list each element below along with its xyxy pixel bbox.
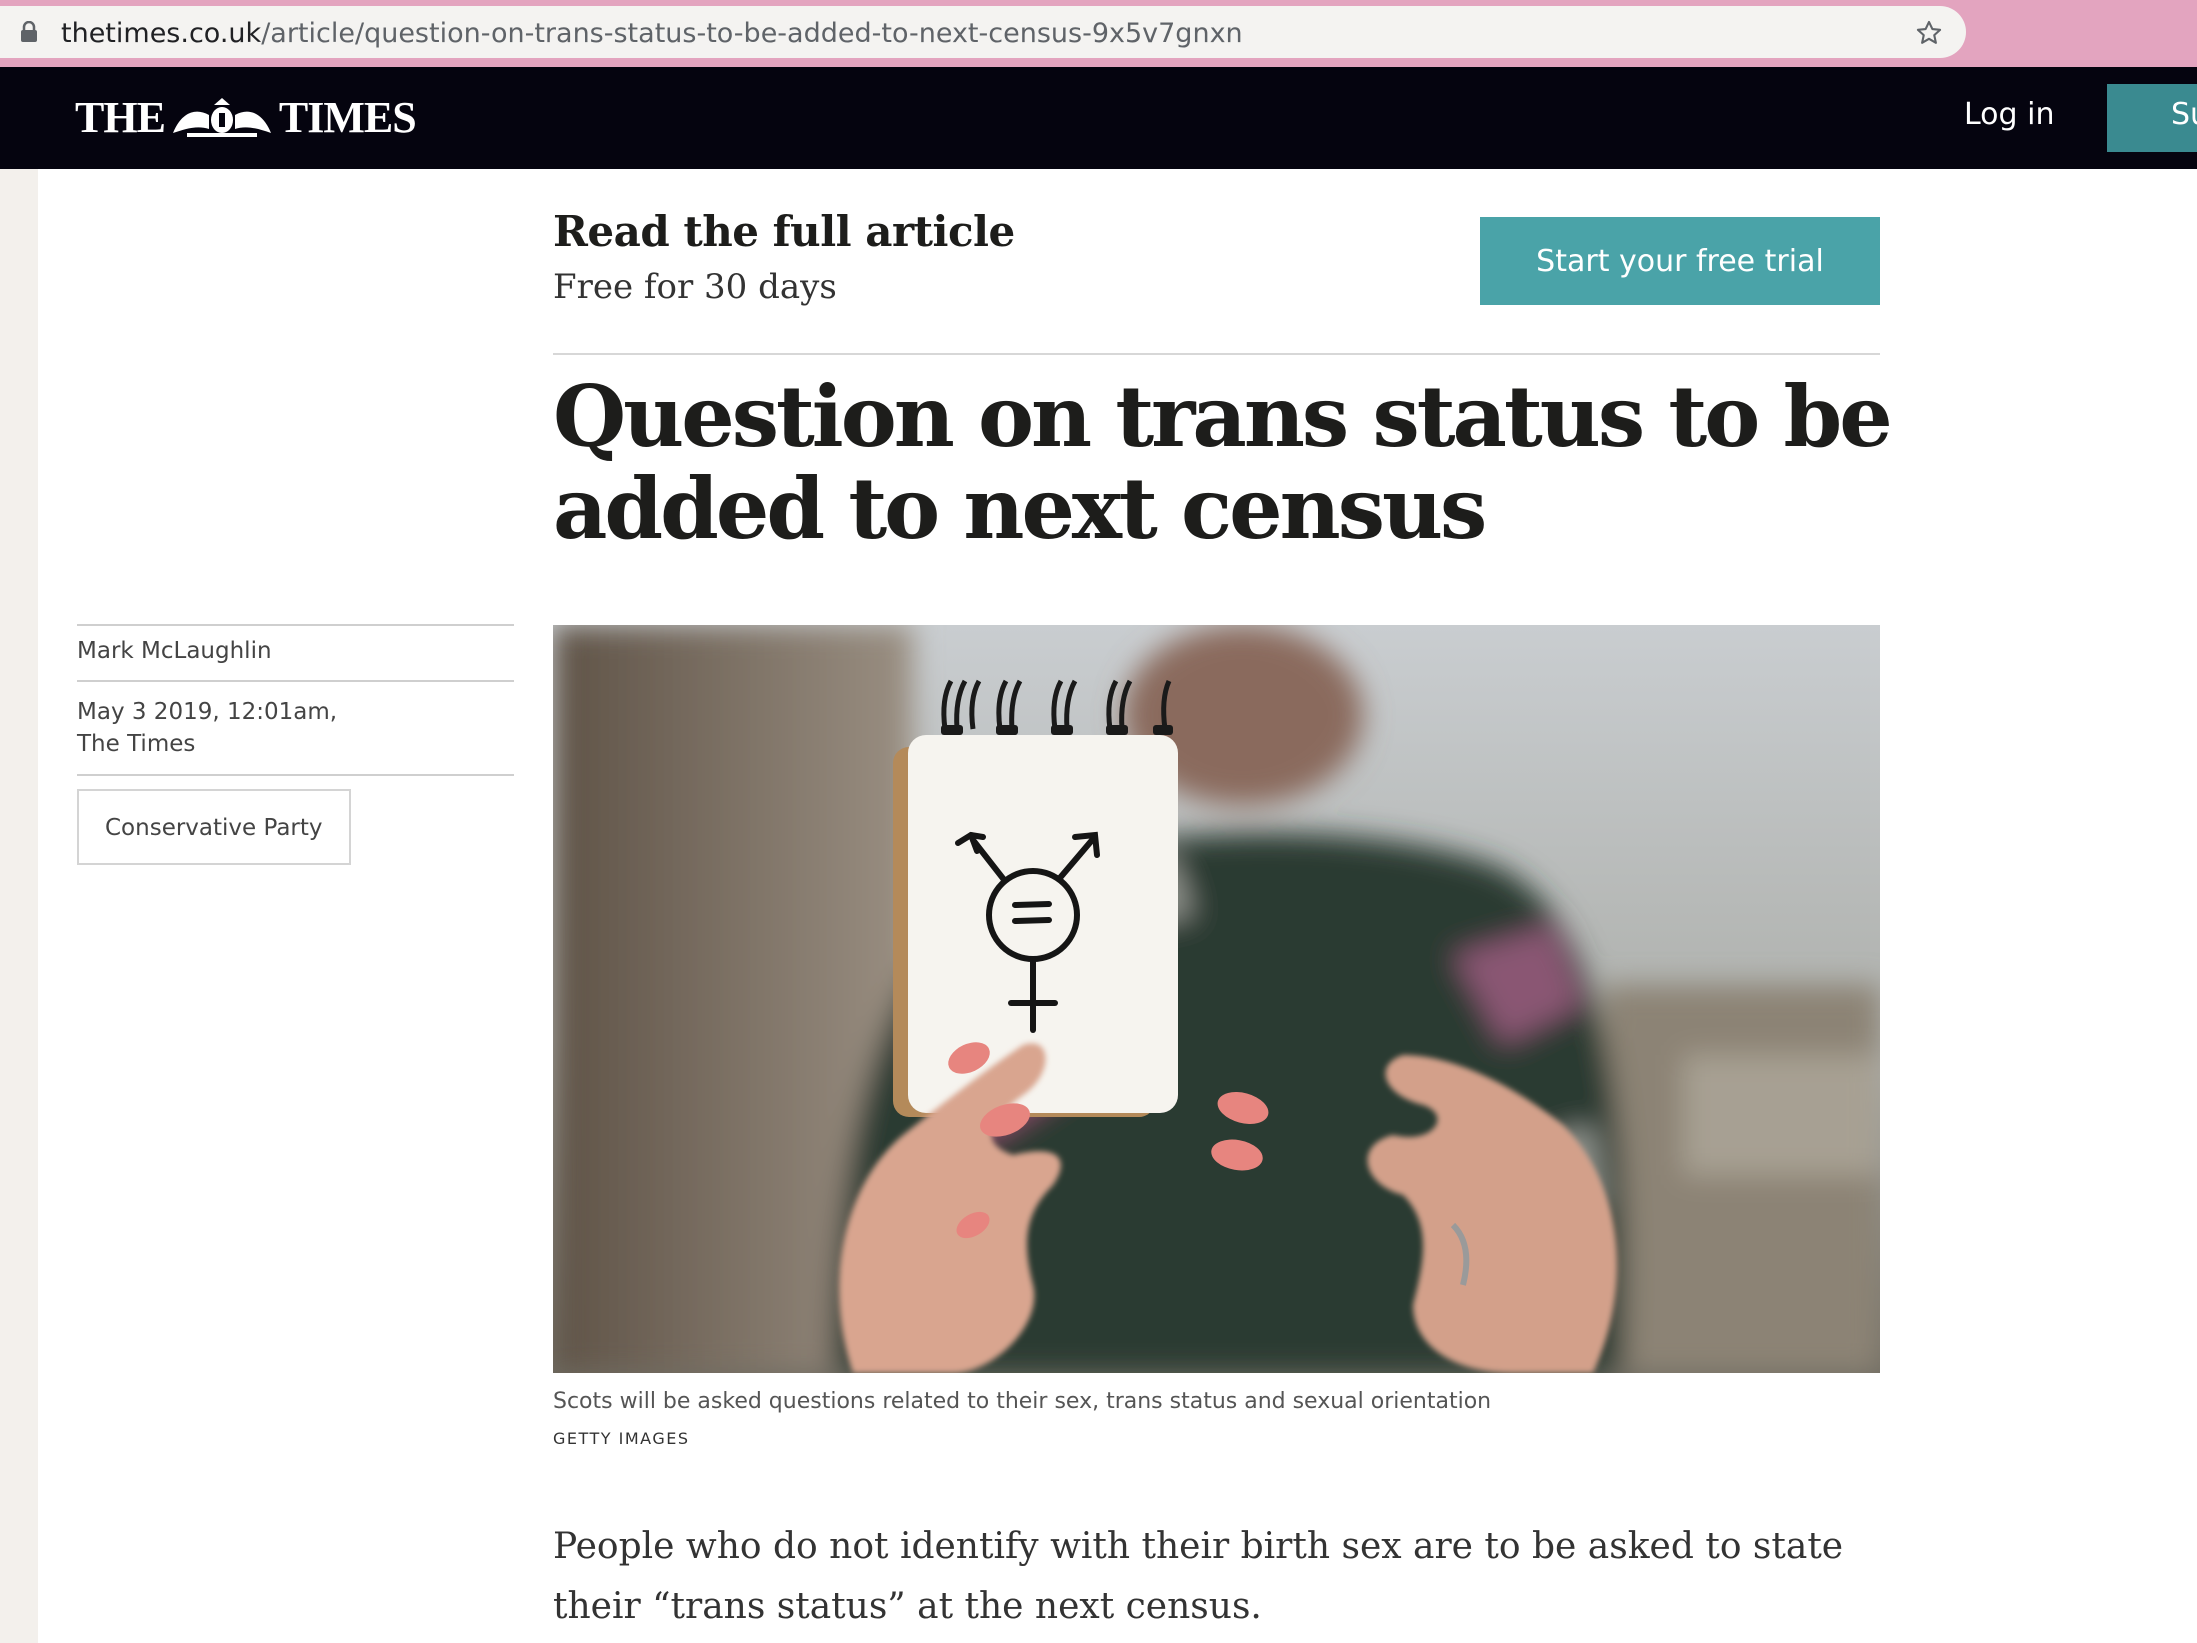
address-bar[interactable]: thetimes.co.uk/article/question-on-trans…: [0, 6, 1966, 58]
royal-crest-icon: [172, 98, 271, 137]
topic-tag-button[interactable]: Conservative Party: [77, 789, 351, 865]
url-domain: thetimes.co.uk: [61, 18, 262, 49]
cta-title: Read the full article: [553, 207, 1015, 256]
the-times-logo[interactable]: THE TIMES: [75, 91, 417, 143]
publish-date: May 3 2019, 12:01am,: [77, 699, 338, 725]
notepad-photo: [553, 625, 1880, 1373]
logo-text-right: TIMES: [278, 92, 417, 142]
login-link[interactable]: Log in: [1964, 97, 2054, 132]
image-caption: Scots will be asked questions related to…: [553, 1389, 1492, 1414]
logo-text-left: THE: [75, 92, 166, 142]
dateline: May 3 2019, 12:01am, The Times: [77, 682, 514, 774]
site-header: THE TIMES Log in Subscribe: [0, 67, 2197, 169]
publication-name: The Times: [77, 731, 196, 757]
cta-subtitle: Free for 30 days: [553, 267, 837, 307]
byline-sidebar: Mark McLaughlin May 3 2019, 12:01am, The…: [77, 624, 514, 865]
subscribe-button[interactable]: Subscribe: [2107, 84, 2197, 152]
divider: [553, 353, 1880, 355]
lock-icon: [21, 21, 37, 42]
author-name[interactable]: Mark McLaughlin: [77, 626, 514, 680]
image-credit: GETTY IMAGES: [553, 1429, 690, 1448]
article-headline: Question on trans status to be added to …: [553, 367, 1893, 558]
article-body-paragraph: People who do not identify with their bi…: [553, 1526, 1844, 1627]
hero-image: [553, 625, 1880, 1373]
start-free-trial-button[interactable]: Start your free trial: [1480, 217, 1880, 305]
bookmark-star-icon[interactable]: [1915, 19, 1943, 47]
article-page: Read the full article Free for 30 days S…: [38, 169, 2197, 1643]
url-text: thetimes.co.uk/article/question-on-trans…: [61, 18, 1243, 49]
divider: [77, 774, 514, 776]
browser-toolbar: thetimes.co.uk/article/question-on-trans…: [0, 0, 2197, 67]
url-path: /article/question-on-trans-status-to-be-…: [261, 18, 1243, 49]
